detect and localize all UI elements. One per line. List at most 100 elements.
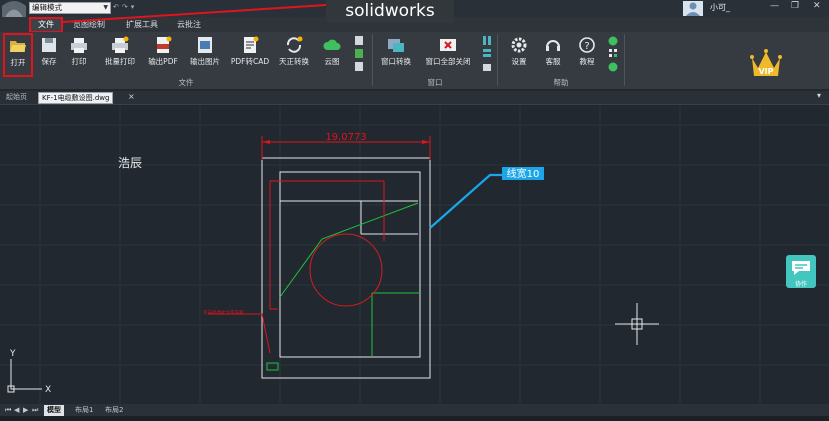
- convert-icon: [286, 36, 303, 53]
- quick-access-dropdown-icon[interactable]: ▾: [131, 3, 138, 11]
- save-button[interactable]: 保存: [36, 34, 62, 74]
- close-button[interactable]: ✕: [813, 1, 821, 11]
- callout-leader[interactable]: [429, 173, 502, 229]
- app-window: 编辑模式 ▼ ↶↷▾ 小可_ — ❐ ✕ 文件 览图绘制 扩展工具 云批注 打开: [0, 0, 829, 421]
- axis-x-label: X: [45, 385, 51, 395]
- cloud-icon: [323, 39, 341, 50]
- window-controls: — ❐ ✕: [760, 1, 829, 16]
- settings-button[interactable]: 设置: [505, 34, 533, 74]
- save-icon: [42, 38, 56, 52]
- svg-text:?: ?: [584, 41, 589, 52]
- tab-extension-tools[interactable]: 扩展工具: [126, 18, 158, 32]
- collaborate-button[interactable]: 协作: [786, 255, 816, 288]
- ucs-icon: [7, 359, 42, 393]
- folder-open-icon: [10, 41, 26, 52]
- close-all-windows-label: 窗口全部关闭: [425, 57, 471, 66]
- user-name[interactable]: 小可_: [710, 2, 730, 13]
- help-small-tools: [606, 35, 620, 75]
- window-convert-label: 窗口转换: [381, 57, 411, 66]
- batch-printer-icon: [112, 36, 129, 53]
- tangent-convert-label: 天正转换: [279, 57, 309, 66]
- redo-icon[interactable]: ↷: [122, 3, 131, 11]
- window-convert-button[interactable]: 窗口转换: [376, 34, 416, 74]
- green-marker[interactable]: [266, 362, 279, 371]
- red-note-text[interactable]: 双击修改此文字内容: [203, 309, 244, 316]
- tab-start-page[interactable]: 起始页: [3, 92, 30, 104]
- cloud-drawing-button[interactable]: 云图: [318, 34, 346, 74]
- batch-print-button[interactable]: 批量打印: [101, 34, 139, 74]
- export-image-label: 输出图片: [190, 57, 220, 66]
- dimension-text[interactable]: 19.0773: [325, 132, 366, 143]
- printer-icon: [71, 38, 87, 53]
- small-tools-icon[interactable]: [353, 35, 365, 75]
- minimize-button[interactable]: —: [770, 1, 779, 11]
- red-leader-lines[interactable]: [208, 180, 385, 354]
- quick-access-tools[interactable]: ↶↷▾: [113, 3, 137, 11]
- pdf-to-cad-button[interactable]: PDF转CAD: [229, 34, 271, 74]
- drawing-canvas[interactable]: 浩辰 19.0773 双击修改此文字内容 线宽10 Y X 协作: [0, 104, 829, 405]
- export-pdf-button[interactable]: 输出PDF: [145, 34, 181, 74]
- window-group-label: 窗口: [427, 78, 443, 87]
- app-logo-icon: [2, 1, 26, 17]
- support-button[interactable]: 客服: [539, 34, 567, 74]
- green-polyline[interactable]: [279, 202, 419, 298]
- nav-last-button[interactable]: ⏭: [29, 405, 41, 416]
- collaborate-label: 协作: [794, 281, 807, 288]
- open-label: 打开: [10, 58, 26, 67]
- drawing-svg: 浩辰 19.0773 双击修改此文字内容 线宽10 Y X: [0, 105, 829, 405]
- batch-print-label: 批量打印: [105, 57, 135, 66]
- tangent-convert-button[interactable]: 天正转换: [274, 34, 314, 74]
- text-haochen[interactable]: 浩辰: [118, 156, 142, 170]
- headset-icon: [546, 40, 560, 51]
- window-switch-icon: [388, 39, 404, 52]
- undo-icon[interactable]: ↶: [113, 3, 122, 11]
- settings-label: 设置: [511, 57, 527, 66]
- tab-model[interactable]: 模型: [44, 405, 64, 416]
- outer-frame[interactable]: [261, 157, 431, 379]
- tab-file[interactable]: 文件: [29, 17, 63, 33]
- tab-layout-1[interactable]: 布局1: [72, 405, 96, 416]
- window-small-tools: [480, 35, 494, 75]
- tab-layout-2[interactable]: 布局2: [102, 405, 126, 416]
- gear-icon: [511, 37, 527, 53]
- avatar[interactable]: [683, 1, 703, 16]
- tab-cloud-annotate[interactable]: 云批注: [177, 18, 201, 32]
- chat-icon: [792, 261, 810, 275]
- tab-current-drawing[interactable]: KF-1电缆敷设图.dwg: [38, 92, 114, 104]
- question-icon: ?: [579, 37, 595, 53]
- file-group-label: 文件: [178, 78, 194, 87]
- mode-select[interactable]: 编辑模式 ▼: [29, 2, 111, 14]
- callout-text: 线宽10: [507, 167, 540, 180]
- layout-tab-bar: ⏮ ◀ ▶ ⏭ 模型 布局1 布局2: [0, 404, 829, 416]
- maximize-button[interactable]: ❐: [791, 1, 799, 11]
- export-pdf-label: 输出PDF: [148, 57, 178, 66]
- print-button[interactable]: 打印: [66, 34, 92, 74]
- document-tab-bar: 起始页 KF-1电缆敷设图.dwg × ▾: [0, 91, 829, 104]
- axis-y-label: Y: [9, 349, 16, 359]
- tab-list-icon[interactable]: ▾: [817, 91, 821, 100]
- ribbon-panel: 打开 保存 打印 批量打印 输出PDF 输出图片 PDF转CAD 天正转换 云图…: [0, 32, 829, 90]
- vip-badge[interactable]: VIP: [748, 44, 784, 84]
- close-tab-icon[interactable]: ×: [128, 92, 135, 101]
- pdf-to-cad-icon: [244, 36, 259, 53]
- save-label: 保存: [41, 57, 57, 66]
- tutorial-label: 教程: [579, 57, 595, 66]
- mode-select-value: 编辑模式: [32, 3, 62, 12]
- vip-label: VIP: [758, 67, 773, 76]
- close-all-windows-button[interactable]: 窗口全部关闭: [420, 34, 476, 74]
- file-small-tools: [350, 35, 368, 75]
- crown-icon: VIP: [750, 49, 782, 76]
- export-image-button[interactable]: 输出图片: [186, 34, 224, 74]
- pdf-to-cad-label: PDF转CAD: [230, 57, 270, 66]
- inner-frame[interactable]: [279, 171, 421, 358]
- support-label: 客服: [545, 57, 561, 66]
- tutorial-button[interactable]: ? 教程: [573, 34, 601, 74]
- open-button[interactable]: 打开: [3, 33, 33, 77]
- layout-icons[interactable]: [481, 35, 493, 75]
- help-group-label: 帮助: [553, 78, 569, 87]
- pdf-icon: [157, 36, 172, 53]
- close-windows-icon: [440, 39, 456, 51]
- image-icon: [198, 37, 212, 53]
- info-icons[interactable]: [607, 35, 619, 75]
- tab-view-draw[interactable]: 览图绘制: [73, 18, 105, 32]
